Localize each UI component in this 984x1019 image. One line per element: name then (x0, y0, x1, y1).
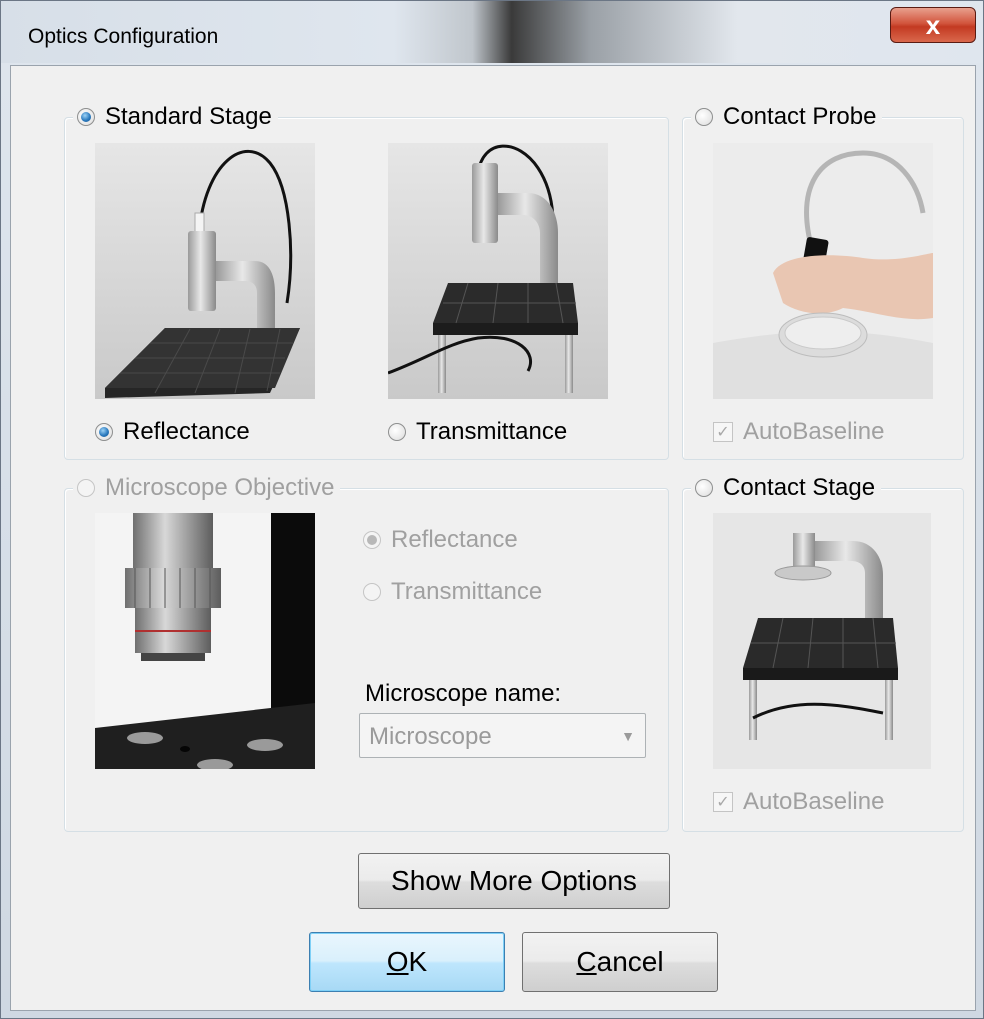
microscope-transmittance-label: Transmittance (391, 578, 543, 605)
window-title: Optics Configuration (28, 25, 219, 48)
contact-stage-radio-icon (695, 479, 713, 497)
contact-probe-autobaseline-label: AutoBaseline (743, 418, 885, 445)
cancel-label: ancel (596, 946, 664, 977)
optics-configuration-dialog: Optics Configuration x Standard Stage Re… (0, 0, 984, 1019)
standard-stage-radio-icon (77, 108, 95, 126)
close-button[interactable]: x (890, 7, 976, 43)
microscope-transmittance-radio-icon (363, 583, 381, 601)
show-more-options-button[interactable]: Show More Options (358, 853, 670, 909)
contact-stage-photo (713, 513, 931, 769)
show-more-options-label: Show More Options (391, 865, 637, 896)
contact-probe-photo (713, 143, 933, 399)
close-icon: x (925, 10, 941, 40)
microscope-objective-radio[interactable]: Microscope Objective (73, 474, 341, 502)
contact-stage-autobaseline-check-icon: ✓ (713, 792, 733, 812)
microscope-objective-radio-icon (77, 479, 95, 497)
contact-stage-label: Contact Stage (723, 474, 876, 501)
transmittance-stage-photo (388, 143, 608, 399)
contact-stage-autobaseline-checkbox[interactable]: ✓ AutoBaseline (713, 788, 884, 816)
microscope-name-select[interactable]: Microscope ▼ (359, 713, 646, 758)
microscope-objective-label: Microscope Objective (105, 474, 335, 501)
contact-probe-radio-icon (695, 108, 713, 126)
cancel-mnemonic: C (576, 946, 597, 977)
contact-probe-autobaseline-checkbox[interactable]: ✓ AutoBaseline (713, 418, 884, 446)
microscope-name-label: Microscope name: (365, 680, 562, 707)
standard-reflectance-radio-icon (95, 423, 113, 441)
contact-stage-autobaseline-label: AutoBaseline (743, 788, 885, 815)
reflectance-stage-photo (95, 143, 315, 399)
standard-transmittance-radio[interactable]: Transmittance (388, 418, 567, 446)
contact-probe-radio[interactable]: Contact Probe (691, 103, 883, 131)
title-bar[interactable]: Optics Configuration x (1, 1, 983, 63)
standard-stage-radio[interactable]: Standard Stage (73, 103, 278, 131)
microscope-name-value: Microscope (369, 723, 492, 750)
microscope-reflectance-radio[interactable]: Reflectance (363, 526, 518, 554)
standard-stage-label: Standard Stage (105, 103, 272, 130)
standard-transmittance-radio-icon (388, 423, 406, 441)
chevron-down-icon: ▼ (621, 728, 635, 744)
standard-reflectance-label: Reflectance (123, 418, 250, 445)
contact-probe-autobaseline-check-icon: ✓ (713, 422, 733, 442)
contact-stage-radio[interactable]: Contact Stage (691, 474, 882, 502)
contact-probe-label: Contact Probe (723, 103, 877, 130)
microscope-reflectance-radio-icon (363, 531, 381, 549)
standard-reflectance-radio[interactable]: Reflectance (95, 418, 250, 446)
ok-button[interactable]: OK (309, 932, 505, 992)
microscope-transmittance-radio[interactable]: Transmittance (363, 578, 542, 606)
ok-label: K (408, 946, 428, 977)
microscope-objective-photo (95, 513, 315, 769)
ok-mnemonic: O (386, 946, 409, 977)
cancel-button[interactable]: Cancel (522, 932, 718, 992)
standard-transmittance-label: Transmittance (416, 418, 568, 445)
microscope-reflectance-label: Reflectance (391, 526, 518, 553)
dialog-body: Standard Stage Reflectance Transmittance… (10, 65, 976, 1011)
